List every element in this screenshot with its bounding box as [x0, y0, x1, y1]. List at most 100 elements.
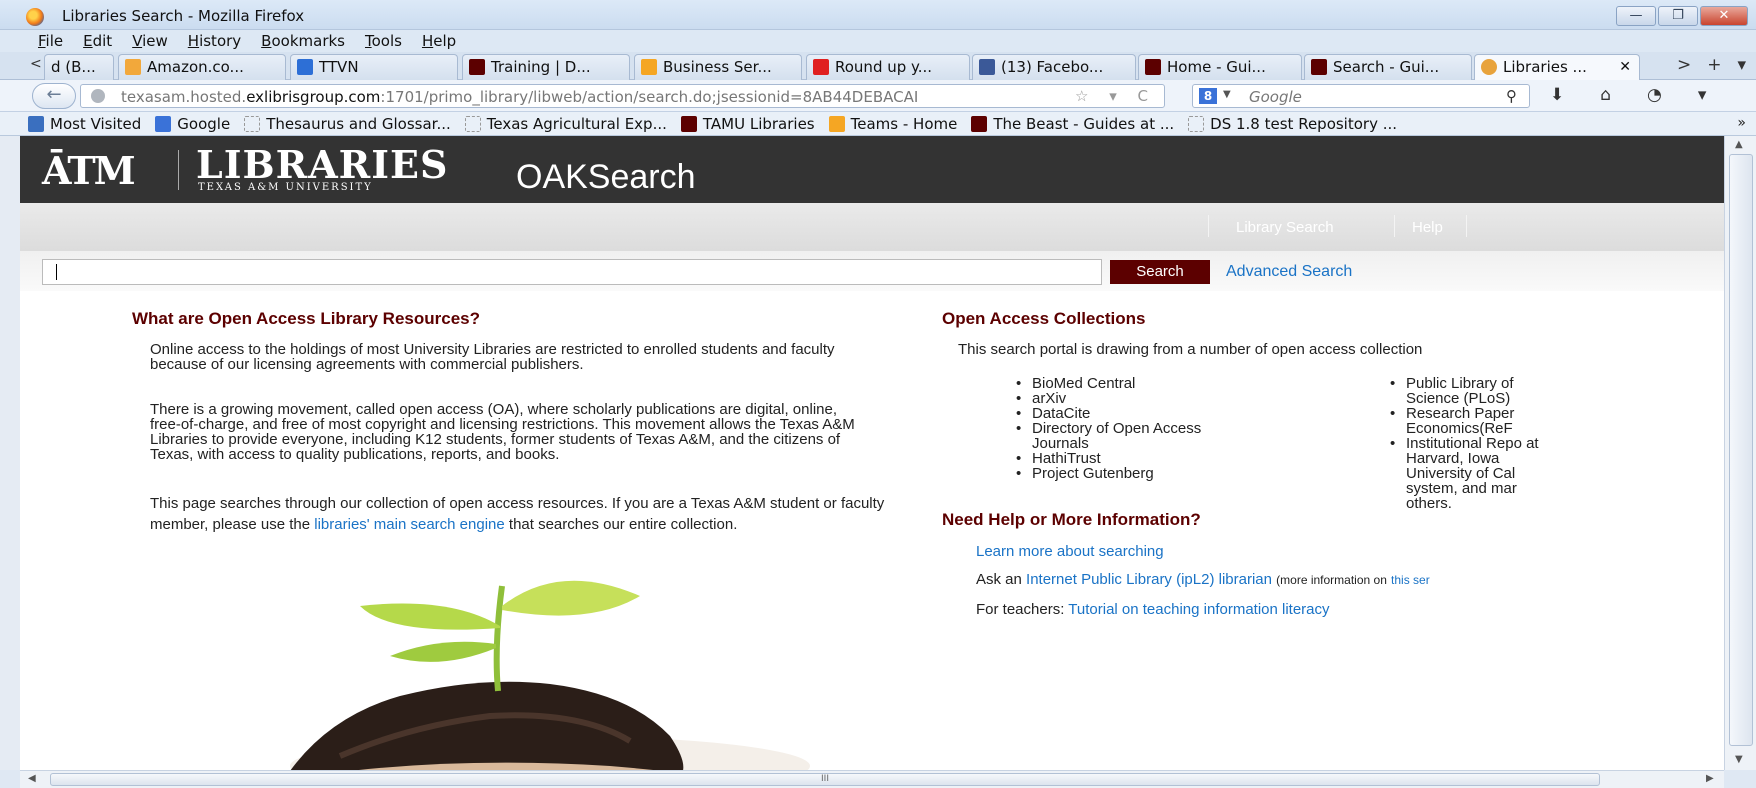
divider — [1394, 215, 1395, 237]
scroll-up-icon[interactable]: ▲ — [1735, 139, 1743, 150]
sub-navigation: Library Search Help — [20, 203, 1724, 251]
bookmark-thesaurus[interactable]: Thesaurus and Glossar... — [244, 115, 451, 133]
tab-label: Home - Gui... — [1167, 58, 1266, 76]
this-service-link[interactable]: this ser — [1391, 573, 1430, 587]
tab-list-button[interactable]: ▾ — [1737, 55, 1746, 75]
list-item: Research Paper Economics(ReF — [1386, 406, 1542, 436]
tab-label: (13) Facebo... — [1001, 58, 1104, 76]
libraries-wordmark[interactable]: LIBRARIES — [196, 142, 448, 187]
list-item: Public Library of Science (PLoS) — [1386, 376, 1542, 406]
browser-tab[interactable]: Home - Gui... — [1138, 54, 1302, 80]
menu-view[interactable]: View — [124, 30, 176, 52]
browser-tab[interactable]: TTVN — [290, 54, 458, 80]
amazon-icon — [125, 59, 141, 75]
window-titlebar: Libraries Search - Mozilla Firefox — ❐ ✕ — [0, 0, 1756, 30]
ipl2-librarian-link[interactable]: Internet Public Library (ipL2) librarian — [1026, 572, 1272, 588]
browser-tab[interactable]: Round up y... — [806, 54, 970, 80]
scroll-down-icon[interactable]: ▼ — [1735, 754, 1743, 765]
minimize-button[interactable]: — — [1616, 6, 1656, 26]
menu-bookmarks[interactable]: Bookmarks — [253, 30, 353, 52]
bookmark-most-visited[interactable]: Most Visited — [28, 115, 141, 133]
bookmark-google[interactable]: Google — [155, 115, 230, 133]
scroll-thumb[interactable] — [1729, 154, 1753, 746]
menu-edit[interactable]: Edit — [75, 30, 120, 52]
tab-label: Training | D... — [491, 58, 591, 76]
menu-history[interactable]: History — [180, 30, 249, 52]
tab-label: d (B... — [51, 58, 96, 76]
advanced-search-link[interactable]: Advanced Search — [1226, 263, 1352, 281]
site-header: ĀTM LIBRARIES TEXAS A&M UNIVERSITY OAKSe… — [20, 136, 1724, 203]
bookmark-tamu-libraries[interactable]: TAMU Libraries — [680, 115, 815, 133]
url-text: texasam.hosted.exlibrisgroup.com:1701/pr… — [121, 88, 919, 106]
main-search-engine-link[interactable]: libraries' main search engine — [314, 516, 504, 533]
download-icon[interactable]: ⬇ — [1550, 85, 1564, 105]
back-button[interactable]: ← — [32, 83, 76, 109]
url-bar[interactable]: texasam.hosted.exlibrisgroup.com:1701/pr… — [80, 84, 1165, 108]
browser-tab[interactable]: Amazon.co... — [118, 54, 286, 80]
menu-tools[interactable]: Tools — [357, 30, 410, 52]
help-heading: Need Help or More Information? — [942, 510, 1201, 529]
menu-file[interactable]: File — [30, 30, 71, 52]
horizontal-scrollbar[interactable]: ◀ III ▶ — [20, 770, 1724, 788]
tab-strip: < d (B... Amazon.co... TTVN Training | D… — [0, 52, 1756, 80]
teams-icon — [828, 115, 845, 132]
text-caret — [56, 264, 57, 280]
atm-icon — [469, 59, 485, 75]
chevron-down-icon[interactable]: ▼ — [1223, 89, 1231, 100]
browser-tab[interactable]: Business Ser... — [634, 54, 802, 80]
search-input[interactable] — [42, 259, 1102, 285]
google-icon[interactable]: 8 — [1199, 88, 1217, 104]
firefox-logo-icon — [26, 8, 44, 26]
list-item: BioMed Central — [1012, 376, 1202, 391]
search-icon[interactable]: ⚲ — [1506, 87, 1517, 105]
url-bar-icons[interactable]: ☆ ▾ C — [1075, 87, 1156, 105]
tab-label: Libraries ... — [1503, 58, 1587, 76]
maximize-button[interactable]: ❐ — [1658, 6, 1698, 26]
menu-help[interactable]: Help — [414, 30, 464, 52]
search-area: Search Advanced Search — [20, 251, 1724, 291]
facebook-icon — [979, 59, 995, 75]
bookmark-texas-agricultural[interactable]: Texas Agricultural Exp... — [464, 115, 667, 133]
ask-librarian-line: Ask an Internet Public Library (ipL2) li… — [976, 572, 1430, 588]
tab-scroll-left-button[interactable]: < — [30, 56, 42, 72]
list-item: Directory of Open Access Journals — [1012, 421, 1202, 451]
divider — [1466, 215, 1467, 237]
scroll-left-icon[interactable]: ◀ — [28, 773, 36, 784]
folder-icon — [28, 115, 44, 132]
library-search-link[interactable]: Library Search — [1236, 219, 1334, 236]
info-literacy-tutorial-link[interactable]: Tutorial on teaching information literac… — [1068, 601, 1329, 618]
browser-tab-active[interactable]: Libraries ... ✕ — [1474, 54, 1640, 80]
help-link[interactable]: Help — [1412, 219, 1443, 236]
list-item: HathiTrust — [1012, 451, 1202, 466]
search-button[interactable]: Search — [1110, 260, 1210, 284]
ttvn-icon — [297, 59, 313, 75]
browser-tab[interactable]: (13) Facebo... — [972, 54, 1136, 80]
oa-paragraph-2: There is a growing movement, called open… — [150, 401, 855, 463]
close-window-button[interactable]: ✕ — [1700, 6, 1748, 26]
addon-icon[interactable]: ◔ — [1647, 85, 1662, 105]
home-icon[interactable]: ⌂ — [1600, 85, 1611, 105]
tab-scroll-right-button[interactable]: > — [1677, 55, 1691, 75]
menu-chevron-icon[interactable]: ▾ — [1698, 85, 1707, 105]
close-tab-icon[interactable]: ✕ — [1619, 55, 1631, 79]
tab-label: TTVN — [319, 58, 359, 76]
web-search-field[interactable]: 8 ▼ Google ⚲ — [1192, 84, 1530, 108]
list-item: Project Gutenberg — [1012, 466, 1202, 481]
scroll-thumb[interactable]: III — [50, 773, 1600, 786]
browser-tab[interactable]: d (B... — [44, 54, 114, 80]
scroll-right-icon[interactable]: ▶ — [1706, 773, 1714, 784]
bookmarks-overflow-button[interactable]: » — [1737, 115, 1746, 131]
vertical-scrollbar[interactable]: ▲ ▼ — [1724, 136, 1756, 770]
browser-tab[interactable]: Training | D... — [462, 54, 630, 80]
oa-collections-heading: Open Access Collections — [942, 309, 1146, 328]
bookmark-the-beast[interactable]: The Beast - Guides at ... — [971, 115, 1174, 133]
bookmark-teams-home[interactable]: Teams - Home — [828, 115, 957, 133]
oa-paragraph-3: This page searches through our collectio… — [150, 495, 885, 533]
teachers-line: For teachers: Tutorial on teaching infor… — [976, 601, 1330, 618]
learn-more-link[interactable]: Learn more about searching — [976, 544, 1164, 559]
browser-tab[interactable]: Search - Gui... — [1304, 54, 1472, 80]
bookmark-ds-repository[interactable]: DS 1.8 test Repository ... — [1188, 115, 1397, 133]
tabstrip-controls: > + ▾ — [1677, 55, 1746, 75]
atm-logo[interactable]: ĀTM — [42, 148, 136, 193]
new-tab-button[interactable]: + — [1707, 55, 1721, 75]
